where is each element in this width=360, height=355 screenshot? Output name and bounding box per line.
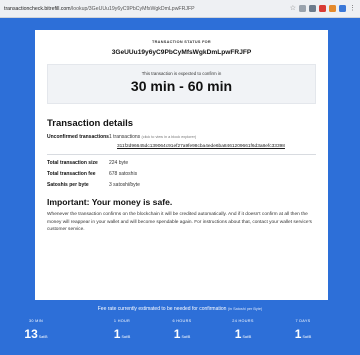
size-row: Total transaction size 224 byte (47, 160, 316, 166)
unconfirmed-row: Unconfirmed transactions 1 transactions … (47, 134, 316, 140)
rate-value: 3 satoshi/byte (109, 182, 140, 188)
fee-column-label: 30 MIN (28, 319, 44, 323)
fee-estimate-row: 30 MIN 13Sat/B 1 HOUR 1Sat/B 6 HOURS 1Sa… (0, 319, 360, 355)
fee-column-7days: 7 DAYS 1Sat/B (283, 319, 323, 343)
fee-column-value: 1 (234, 327, 242, 341)
transaction-details-title: Transaction details (47, 118, 134, 129)
fee-column-30min: 30 MIN 13Sat/B (16, 319, 56, 343)
bookmark-star-icon[interactable]: ☆ (290, 5, 296, 12)
transaction-id-heading: 3GeUUu19y6yC9PbCyMfsWgkDmLpwFRJFP (111, 49, 252, 56)
shield-extension-icon[interactable] (329, 5, 336, 12)
browser-address-bar[interactable]: transactioncheck.bitrefill.com/lookup/3G… (0, 0, 360, 18)
rate-row: Satoshis per byte 3 satoshi/byte (47, 182, 316, 188)
fee-column-6hours: 6 HOURS 1Sat/B (162, 319, 202, 343)
apps-grid-icon[interactable] (309, 5, 316, 12)
fee-column-label: 7 DAYS (295, 319, 311, 323)
confirmation-estimate-box: This transaction is expected to confirm … (47, 64, 316, 104)
fee-column-value: 1 (173, 327, 181, 341)
fee-column-unit: Sat/B (242, 335, 252, 339)
profile-icon[interactable] (339, 5, 346, 12)
status-label: TRANSACTION STATUS FOR (152, 40, 211, 44)
fee-column-value: 1 (113, 327, 121, 341)
fee-column-unit: Sat/B (181, 335, 191, 339)
fee-row: Total transaction fee 678 satoshis (47, 171, 316, 177)
fee-value: 678 satoshis (109, 171, 138, 177)
fee-column-value: 13 (24, 327, 38, 341)
fee-column-unit: Sat/B (302, 335, 312, 339)
size-label: Total transaction size (47, 160, 98, 166)
transaction-hash-link[interactable]: 311f2d96645dc139064c91ef27a9fe98cba4ede6… (117, 144, 316, 149)
fee-column-24hours: 24 HOURS 1Sat/B (223, 319, 263, 343)
fee-estimate-title: Fee rate currently estimated to be neede… (0, 306, 360, 312)
important-body: Whenever the transaction confirms on the… (47, 212, 312, 232)
rate-label: Satoshis per byte (47, 182, 89, 188)
important-title: Important: Your money is safe. (47, 197, 173, 207)
confirmation-estimate-label: This transaction is expected to confirm … (141, 71, 222, 76)
fee-column-label: 1 HOUR (113, 319, 131, 323)
url-path: /lookup/3GeUUu19y6yC9PbCyMfsWgkDmLpwFRJF… (70, 5, 195, 12)
url-text[interactable]: transactioncheck.bitrefill.com/lookup/3G… (4, 6, 286, 12)
size-value: 224 byte (109, 160, 129, 166)
fee-column-label: 6 HOURS (172, 319, 192, 323)
unconfirmed-value: 1 transactions (109, 134, 141, 140)
mail-extension-icon[interactable] (319, 5, 326, 12)
confirmation-estimate-range: 30 min - 60 min (130, 78, 233, 94)
browser-toolbar-icons: ☆ ⋮ (290, 5, 356, 12)
extension-icon[interactable] (299, 5, 306, 12)
url-host: transactioncheck.bitrefill.com (4, 5, 71, 12)
fee-column-label: 24 HOURS (232, 319, 254, 323)
fee-column-unit: Sat/B (38, 335, 48, 339)
block-explorer-hint[interactable]: (click to view in a block explorer) (142, 135, 197, 139)
fee-column-1hour: 1 HOUR 1Sat/B (102, 319, 142, 343)
fee-label: Total transaction fee (47, 171, 96, 177)
fee-estimate-unit-note: (in Satoshi per Byte) (227, 307, 263, 311)
fee-estimate-title-text: Fee rate currently estimated to be neede… (97, 306, 227, 312)
details-divider (47, 154, 316, 155)
transaction-card: TRANSACTION STATUS FOR 3GeUUu19y6yC9PbCy… (35, 30, 328, 300)
unconfirmed-label: Unconfirmed transactions (47, 134, 109, 140)
fee-column-value: 1 (294, 327, 302, 341)
menu-dots-icon[interactable]: ⋮ (349, 5, 356, 12)
fee-column-unit: Sat/B (121, 335, 131, 339)
